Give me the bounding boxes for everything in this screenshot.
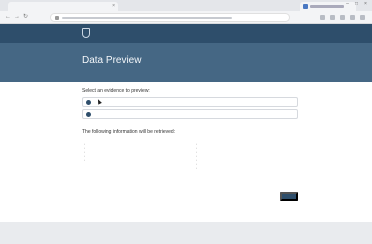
select-evidence-heading: Select an evidence to preview: [82, 88, 150, 94]
shield-logo-icon [82, 28, 90, 38]
next-button[interactable] [280, 192, 298, 201]
maximize-icon[interactable]: □ [354, 2, 359, 7]
browser-toolbar: ← → ↻ [0, 11, 372, 24]
retrieved-info-heading: The following information will be retrie… [82, 129, 176, 135]
close-tab-icon[interactable]: × [112, 3, 115, 10]
url-text [62, 17, 232, 19]
page-title: Data Preview [82, 55, 142, 66]
forward-icon[interactable]: → [14, 14, 20, 21]
bookmark-icon[interactable] [320, 15, 325, 20]
menu-icon[interactable] [360, 15, 365, 20]
extension-icon[interactable] [330, 15, 335, 20]
evidence-option-2[interactable] [82, 109, 298, 119]
left-column-list [84, 142, 87, 162]
profile-icon[interactable] [350, 15, 355, 20]
evidence-option-1[interactable] [82, 97, 298, 107]
list-item [196, 166, 199, 170]
lock-icon [55, 16, 59, 20]
back-icon[interactable]: ← [5, 14, 11, 21]
app-header [0, 24, 372, 43]
radio-icon[interactable] [86, 100, 91, 105]
address-bar[interactable] [50, 13, 290, 22]
page-banner: Data Preview [0, 43, 372, 82]
favicon-icon [303, 4, 308, 9]
extension-icon-2[interactable] [340, 15, 345, 20]
list-item [84, 158, 87, 162]
reload-icon[interactable]: ↻ [23, 14, 28, 21]
close-window-icon[interactable]: × [363, 2, 368, 7]
radio-icon[interactable] [86, 112, 91, 117]
page-footer [0, 222, 372, 244]
tab-2-title [310, 5, 344, 8]
minimize-icon[interactable]: – [345, 2, 350, 7]
browser-tab[interactable]: × [8, 2, 118, 11]
right-column-list [196, 142, 199, 170]
browser-tab-strip: × – □ × [0, 0, 372, 11]
